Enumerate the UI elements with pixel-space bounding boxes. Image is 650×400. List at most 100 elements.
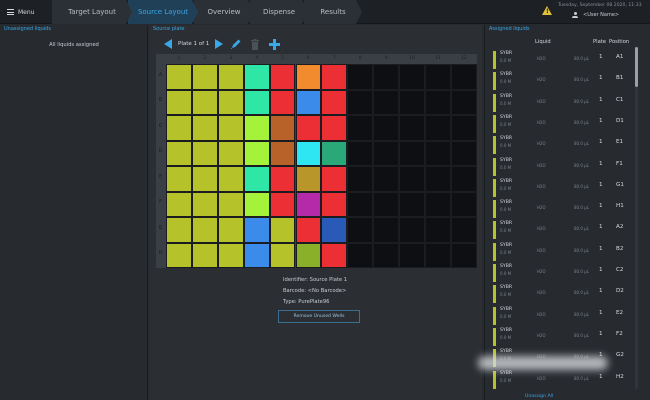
plate-well-H4[interactable] [243,242,270,268]
plate-well-E1[interactable] [166,166,192,192]
plate-well-A10[interactable] [399,64,425,90]
column-label[interactable]: 10 [399,56,425,62]
plate-well-E3[interactable] [217,166,244,192]
unassign-all-link[interactable]: Unassign All [525,394,553,399]
plate-well-C12[interactable] [450,115,477,141]
plate-well-F12[interactable] [450,191,477,217]
plate-well-G6[interactable] [295,217,322,243]
plate-well-B6[interactable] [295,89,322,115]
next-plate-icon[interactable] [215,39,224,49]
plate-well-C6[interactable] [295,115,322,141]
plate-well-C5[interactable] [269,115,296,141]
column-label[interactable]: 11 [425,56,451,62]
plate-well-H6[interactable] [295,242,322,268]
column-label[interactable]: 9 [373,56,399,62]
row-label[interactable]: F [157,200,164,205]
plate-well-E10[interactable] [399,166,425,192]
plate-well-E11[interactable] [425,166,451,192]
scrollbar-thumb[interactable] [635,47,638,87]
list-item[interactable]: SYBR 0.0 M H2O 80.0 µL 1 D1 [493,113,637,135]
plate-well-B5[interactable] [269,89,296,115]
warning-icon[interactable]: ! [542,6,552,15]
plate-well-H8[interactable] [347,242,374,268]
plate-well-A12[interactable] [450,64,477,90]
plate-well-D5[interactable] [269,140,296,166]
plate-well-C2[interactable] [191,115,218,141]
list-item[interactable]: SYBR 0.0 M H2O 80.0 µL 1 G1 [493,177,637,199]
row-label[interactable]: G [157,226,164,231]
list-item[interactable]: SYBR 0.0 M H2O 80.0 µL 1 E2 [493,305,637,327]
column-label[interactable]: 6 [296,56,322,62]
plate-well-F6[interactable] [295,191,322,217]
step-results[interactable]: Results [304,0,362,24]
column-label[interactable]: 2 [192,56,218,62]
row-label[interactable]: H [157,251,164,256]
plate-well-G2[interactable] [191,217,218,243]
plate-well-E8[interactable] [347,166,374,192]
row-label[interactable]: D [157,149,164,154]
plate-well-G9[interactable] [373,217,400,243]
plate-well-B1[interactable] [166,89,192,115]
plate-well-C8[interactable] [347,115,374,141]
plate-well-D12[interactable] [450,140,477,166]
plate-well-H12[interactable] [450,242,477,268]
previous-plate-icon[interactable] [164,39,172,49]
plate-well-C9[interactable] [373,115,400,141]
row-label[interactable]: E [157,175,164,180]
list-item[interactable]: SYBR 0.0 M H2O 80.0 µL 1 B2 [493,241,637,263]
plate-well-F2[interactable] [191,191,218,217]
plate-well-F8[interactable] [347,191,374,217]
step-target-layout[interactable]: Target Layout [52,0,132,24]
plate-well-G11[interactable] [425,217,451,243]
plate-well-E2[interactable] [191,166,218,192]
plate-well-D11[interactable] [425,140,451,166]
step-dispense[interactable]: Dispense [250,0,308,24]
column-label[interactable]: 4 [244,56,270,62]
pen-icon[interactable] [230,38,242,50]
plate-well-A5[interactable] [269,64,296,90]
plate-well-D8[interactable] [347,140,374,166]
plate-well-B3[interactable] [217,89,244,115]
plate-well-A2[interactable] [191,64,218,90]
list-item[interactable]: SYBR 0.0 M H2O 80.0 µL 1 F2 [493,326,637,348]
plate-well-D4[interactable] [243,140,270,166]
plate-well-C3[interactable] [217,115,244,141]
column-label[interactable]: 7 [321,56,347,62]
plate-well-F9[interactable] [373,191,400,217]
plate-well-B8[interactable] [347,89,374,115]
plate-well-E9[interactable] [373,166,400,192]
column-label[interactable]: 1 [166,56,192,62]
plate-well-F10[interactable] [399,191,425,217]
plate-well-F11[interactable] [425,191,451,217]
plate-well-G1[interactable] [166,217,192,243]
column-label[interactable]: 3 [218,56,244,62]
plate-well-E4[interactable] [243,166,270,192]
plate-well-G12[interactable] [450,217,477,243]
plate-well-E6[interactable] [295,166,322,192]
plate-well-F5[interactable] [269,191,296,217]
plate-well-B12[interactable] [450,89,477,115]
plate-well-G10[interactable] [399,217,425,243]
plate-well-G4[interactable] [243,217,270,243]
plate-well-H9[interactable] [373,242,400,268]
plate-well-H10[interactable] [399,242,425,268]
column-label[interactable]: 12 [451,56,477,62]
plate-well-F4[interactable] [243,191,270,217]
list-item[interactable]: SYBR 0.0 M H2O 80.0 µL 1 H1 [493,198,637,220]
row-label[interactable]: B [157,98,164,103]
plate-well-C11[interactable] [425,115,451,141]
row-label[interactable]: C [157,124,164,129]
remove-unused-wells-button[interactable]: Remove Unused Wells [278,310,360,323]
plate-well-H1[interactable] [166,242,192,268]
plate-well-D2[interactable] [191,140,218,166]
list-item[interactable]: SYBR 0.0 M H2O 80.0 µL 1 H2 [493,369,637,391]
plate-well-A8[interactable] [347,64,374,90]
plate-well-B9[interactable] [373,89,400,115]
plate-well-B7[interactable] [321,89,348,115]
plate-well-B11[interactable] [425,89,451,115]
plate-well-D10[interactable] [399,140,425,166]
plate-well-A7[interactable] [321,64,348,90]
plate-well-H3[interactable] [217,242,244,268]
plate-well-C10[interactable] [399,115,425,141]
plate-well-E7[interactable] [321,166,348,192]
